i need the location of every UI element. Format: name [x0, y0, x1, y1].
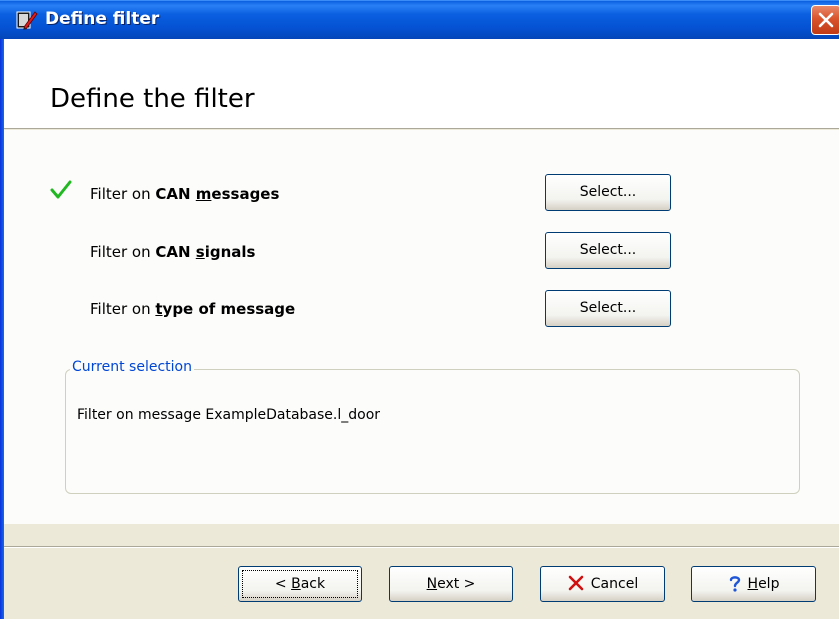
question-icon	[729, 576, 740, 592]
select-message-type-button[interactable]: Select...	[545, 290, 671, 327]
help-button-label: Help	[728, 576, 779, 592]
close-icon	[818, 12, 834, 28]
current-selection-legend: Current selection	[70, 359, 194, 375]
filter-app-icon	[16, 11, 38, 30]
filter-can-messages-label: Filter on CAN messages	[90, 185, 280, 203]
cancel-button-label: Cancel	[567, 575, 638, 592]
window-title: Define filter	[45, 9, 160, 29]
filter-message-type-label: Filter on type of message	[90, 300, 296, 318]
page-title: Define the filter	[50, 84, 255, 114]
help-button[interactable]: Help	[691, 566, 816, 602]
filter-can-signals-label: Filter on CAN signals	[90, 243, 256, 261]
back-button[interactable]: < Back	[238, 566, 362, 602]
cancel-button[interactable]: Cancel	[540, 566, 665, 602]
title-bar[interactable]: Define filter	[0, 0, 839, 39]
current-selection-text: Filter on message ExampleDatabase.l_door	[77, 407, 381, 423]
back-button-label: < Back	[274, 576, 326, 592]
checkmark-icon	[50, 180, 72, 199]
close-button[interactable]	[811, 5, 839, 35]
select-can-messages-button[interactable]: Select...	[545, 174, 671, 211]
next-button[interactable]: Next >	[389, 566, 513, 602]
select-can-signals-button[interactable]: Select...	[545, 232, 671, 269]
current-selection-group	[65, 369, 800, 494]
x-icon	[568, 575, 584, 591]
next-button-label: Next >	[426, 576, 476, 592]
footer-divider	[4, 546, 839, 548]
